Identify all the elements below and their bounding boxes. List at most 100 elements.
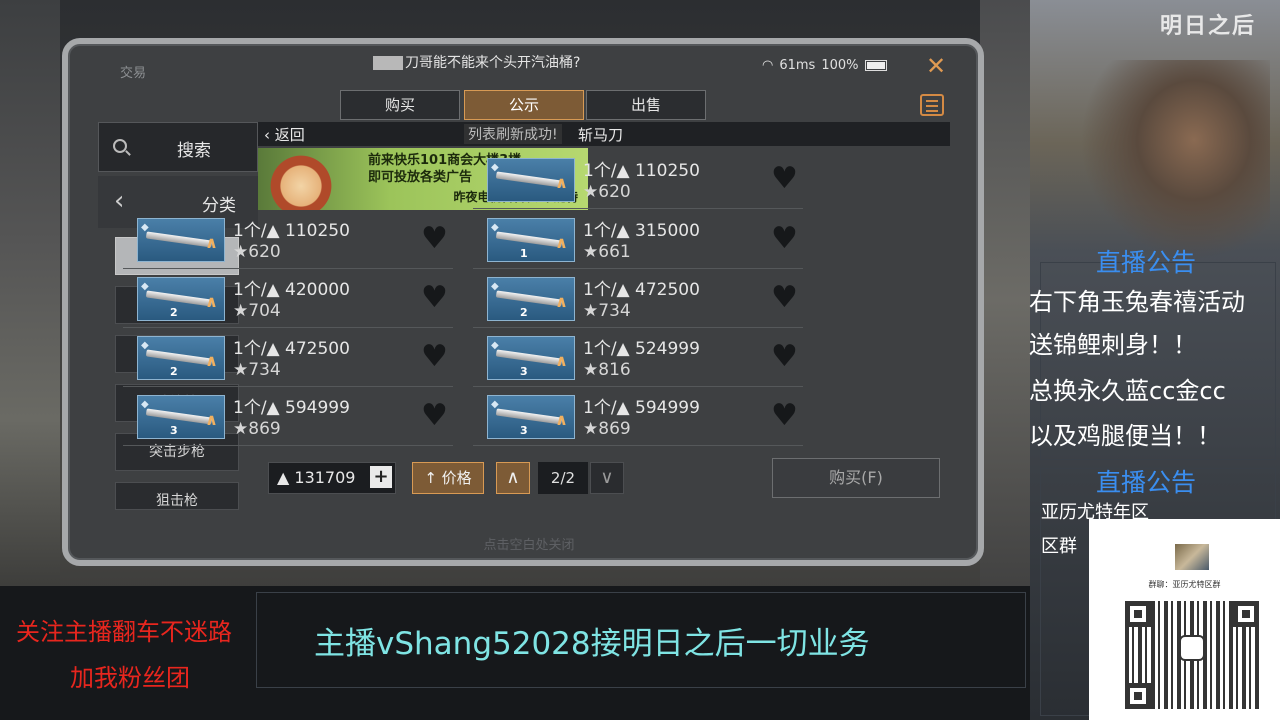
- listing-qty: 1个/: [583, 398, 617, 418]
- listing-qty: 1个/: [233, 398, 267, 418]
- listing-item[interactable]: ◆ 1 ∧ 1个/▲ 315000 ★661 ♥: [473, 214, 803, 269]
- buy-button[interactable]: 购买(F): [772, 458, 940, 498]
- qr-corner-marker: [1125, 601, 1151, 627]
- upgrade-arrow-icon: ∧: [555, 410, 568, 429]
- favorite-heart-icon[interactable]: ♥: [421, 283, 448, 313]
- upgrade-arrow-icon: ∧: [205, 233, 218, 252]
- group-line2: 区群: [1041, 536, 1077, 557]
- favorite-heart-icon[interactable]: ♥: [771, 283, 798, 313]
- search-button[interactable]: 搜索: [98, 122, 258, 172]
- category-sniper[interactable]: 狙击枪: [115, 482, 239, 510]
- blade-icon: [495, 231, 563, 248]
- search-label: 搜索: [177, 141, 211, 161]
- page-indicator: 2/2: [538, 462, 588, 494]
- listing-price: 1个/▲ 594999: [233, 393, 350, 418]
- listing-reputation: ★704: [233, 301, 281, 321]
- favorite-heart-icon[interactable]: ♥: [771, 224, 798, 254]
- listing-item[interactable]: ◆ 2 ∧ 1个/▲ 420000 ★704 ♥: [123, 273, 453, 328]
- back-button[interactable]: ‹ 返回: [264, 124, 305, 145]
- item-thumbnail: ◆ 3 ∧: [487, 395, 575, 439]
- upgrade-arrow-icon: ∧: [205, 351, 218, 370]
- announcement-title-2: 直播公告: [1096, 468, 1197, 497]
- favorite-heart-icon[interactable]: ♥: [421, 224, 448, 254]
- favorite-heart-icon[interactable]: ♥: [421, 342, 448, 372]
- listing-reputation: ★734: [233, 360, 281, 380]
- item-category-title: 斩马刀: [578, 126, 624, 144]
- player-message-text: 刀哥能不能来个头开汽油桶?: [405, 55, 581, 71]
- qr-corner-marker: [1125, 683, 1151, 709]
- search-icon: [113, 139, 127, 153]
- game-logo: 明日之后: [1160, 14, 1257, 39]
- background-scene-left: [0, 0, 60, 600]
- announcement-line1: 右下角玉兔春禧活动: [1029, 288, 1245, 316]
- reputation-icon: ★: [233, 419, 249, 439]
- listing-qty: 1个/: [233, 221, 267, 241]
- listing-item[interactable]: ◆ 3 ∧ 1个/▲ 594999 ★869 ♥: [473, 391, 803, 446]
- announcement-line2: 送锦鲤刺身！！: [1029, 331, 1197, 359]
- listing-price-value: 594999: [285, 398, 350, 418]
- blade-icon: [145, 349, 213, 366]
- item-level: 2: [170, 306, 178, 319]
- listing-price-value: 472500: [285, 339, 350, 359]
- favorite-heart-icon[interactable]: ♥: [771, 401, 798, 431]
- ping-text: 61ms: [779, 58, 816, 73]
- tab-public[interactable]: 公示: [464, 90, 584, 120]
- item-thumbnail: ◆ ∧: [487, 158, 575, 202]
- listing-reputation: ★620: [583, 182, 631, 202]
- item-level: 3: [170, 424, 178, 437]
- listing-item[interactable]: ◆ 3 ∧ 1个/▲ 594999 ★869 ♥: [123, 391, 453, 446]
- clipboard-icon[interactable]: [920, 94, 944, 116]
- favorite-heart-icon[interactable]: ♥: [421, 401, 448, 431]
- page-up-button[interactable]: ∧: [496, 462, 530, 494]
- listing-reputation: ★734: [583, 301, 631, 321]
- listing-price-value: 315000: [635, 221, 700, 241]
- item-thumbnail: ◆ 3 ∧: [487, 336, 575, 380]
- item-thumbnail: ◆ 2 ∧: [137, 336, 225, 380]
- currency-icon: ▲: [266, 221, 286, 241]
- list-header: ‹ 返回 列表刷新成功! 斩马刀: [258, 122, 950, 146]
- battery-text: 100%: [821, 58, 859, 73]
- reputation-value: 734: [598, 301, 631, 321]
- item-thumbnail: ◆ 3 ∧: [137, 395, 225, 439]
- reputation-value: 816: [598, 360, 631, 380]
- chevron-left-icon: ‹: [114, 186, 125, 216]
- blade-icon: [145, 290, 213, 307]
- listing-item[interactable]: ◆ 2 ∧ 1个/▲ 472500 ★734 ♥: [123, 332, 453, 387]
- item-level: 2: [170, 365, 178, 378]
- listing-qty: 1个/: [583, 339, 617, 359]
- reputation-value: 620: [248, 242, 281, 262]
- listing-item[interactable]: ◆ ∧ 1个/▲ 110250 ★620 ♥: [123, 214, 453, 269]
- listing-item[interactable]: ◆ 2 ∧ 1个/▲ 472500 ★734 ♥: [473, 273, 803, 328]
- favorite-heart-icon[interactable]: ♥: [771, 164, 798, 194]
- battery-icon: [864, 60, 887, 71]
- listing-qty: 1个/: [233, 339, 267, 359]
- streamer-character-art: [1080, 60, 1270, 260]
- blade-icon: [495, 408, 563, 425]
- tab-buy[interactable]: 购买: [340, 90, 460, 120]
- item-level: 3: [520, 365, 528, 378]
- close-hint[interactable]: 点击空白处关闭: [68, 534, 990, 553]
- reputation-icon: ★: [583, 360, 599, 380]
- item-thumbnail: ◆ 2 ∧: [487, 277, 575, 321]
- status-bar: ◠ 61ms 100%: [762, 58, 887, 73]
- add-currency-button[interactable]: +: [370, 466, 392, 488]
- listing-reputation: ★869: [233, 419, 281, 439]
- favorite-heart-icon[interactable]: ♥: [771, 342, 798, 372]
- close-button[interactable]: ✕: [924, 54, 948, 78]
- announcement-title: 直播公告: [1096, 248, 1197, 277]
- currency-icon: ▲: [616, 221, 636, 241]
- listing-item[interactable]: ◆ ∧ 1个/▲ 110250 ★620 ♥: [473, 154, 803, 209]
- page-down-button[interactable]: ∨: [590, 462, 624, 494]
- announcement-line4: 以及鸡腿便当！！: [1029, 422, 1221, 450]
- reputation-icon: ★: [583, 301, 599, 321]
- qr-card: 群聊：亚历尤特区群: [1089, 519, 1280, 720]
- blade-icon: [145, 231, 213, 248]
- announcement-line3: 总换永久蓝cc金cc: [1029, 377, 1226, 405]
- listing-item[interactable]: ◆ 3 ∧ 1个/▲ 524999 ★816 ♥: [473, 332, 803, 387]
- price-sort-button[interactable]: ↑ 价格: [412, 462, 484, 494]
- listing-price: 1个/▲ 420000: [233, 275, 350, 300]
- item-level: 1: [520, 247, 528, 260]
- qr-corner-marker: [1233, 601, 1259, 627]
- tab-sell[interactable]: 出售: [586, 90, 706, 120]
- listing-price-value: 110250: [285, 221, 350, 241]
